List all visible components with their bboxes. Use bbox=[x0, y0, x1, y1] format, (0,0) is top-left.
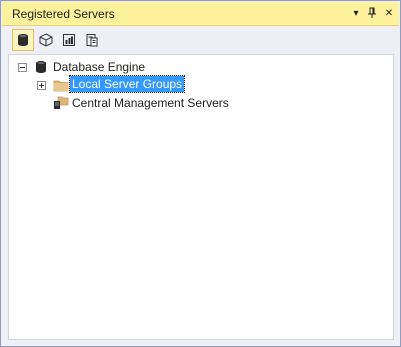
database-engine-button[interactable] bbox=[12, 29, 34, 51]
tree-node-label: Central Management Servers bbox=[72, 96, 229, 110]
panel-title: Registered Servers bbox=[12, 7, 115, 21]
collapse-toggle[interactable] bbox=[18, 63, 27, 72]
pin-icon[interactable] bbox=[365, 6, 379, 20]
server-folder-icon bbox=[54, 96, 69, 109]
integration-services-button[interactable] bbox=[81, 29, 103, 51]
tree-node-database-engine[interactable]: Database Engine bbox=[9, 58, 393, 76]
window-position-menu-icon[interactable]: ▾ bbox=[349, 6, 363, 20]
tree-node-label: Database Engine bbox=[53, 60, 146, 74]
package-icon bbox=[86, 34, 98, 47]
expand-toggle[interactable] bbox=[37, 81, 46, 90]
server-tree[interactable]: Database Engine Local Server Groups Cent… bbox=[8, 54, 394, 340]
folder-icon bbox=[53, 80, 69, 92]
database-cylinder-icon bbox=[36, 61, 46, 73]
reporting-services-button[interactable] bbox=[58, 29, 80, 51]
panel-title-bar[interactable]: Registered Servers ▾ ✕ bbox=[2, 2, 399, 26]
registered-servers-panel: Registered Servers ▾ ✕ Database Engine L… bbox=[0, 0, 401, 347]
analysis-services-button[interactable] bbox=[35, 29, 57, 51]
report-icon bbox=[63, 34, 75, 46]
database-cylinder-icon bbox=[18, 34, 28, 46]
close-icon[interactable]: ✕ bbox=[382, 6, 396, 20]
tree-node-label: Local Server Groups bbox=[68, 75, 186, 93]
server-type-toolbar bbox=[2, 26, 399, 56]
tree-node-local-server-groups[interactable]: Local Server Groups bbox=[9, 75, 393, 94]
cube-icon bbox=[39, 33, 53, 47]
tree-node-central-management-servers[interactable]: Central Management Servers bbox=[9, 94, 393, 112]
